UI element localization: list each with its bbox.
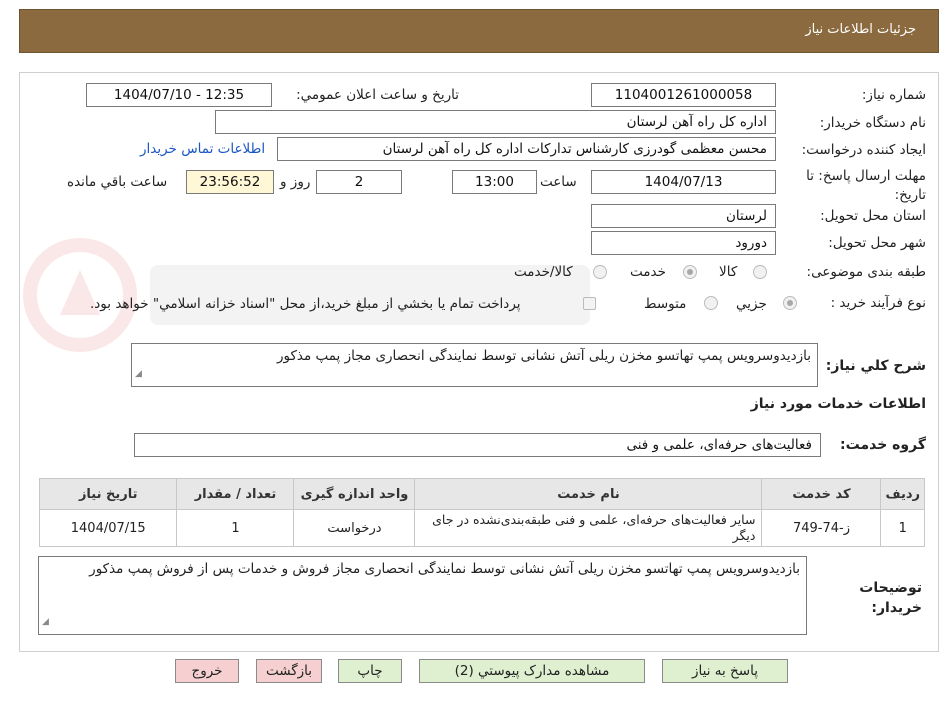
process-label: نوع فرآیند خرید :: [830, 295, 926, 311]
description-label: شرح کلي نياز:: [825, 358, 926, 374]
cell-need-date: 1404/07/15: [38, 509, 178, 547]
category-radio-service[interactable]: [683, 265, 697, 279]
col-need-date: تاريخ نياز: [38, 478, 178, 510]
buyer-org-label: نام دستگاه خريدار:: [819, 115, 926, 131]
resize-grip-icon[interactable]: ◢: [135, 365, 142, 384]
days-label: روز و: [280, 174, 311, 190]
buyer-notes-text: بازدیدوسرویس پمپ تهاتسو مخزن ریلی آتش نش…: [89, 561, 800, 577]
buyer-contact-link[interactable]: اطلاعات تماس خريدار: [140, 141, 265, 157]
table-row: 1 ز-74-749 سایر فعالیت‌های حرفه‌ای، علمی…: [38, 509, 925, 547]
province-label: استان محل تحویل:: [820, 208, 926, 224]
deadline-time-label: ساعت: [540, 174, 577, 190]
cell-unit: درخواست: [293, 509, 416, 547]
category-option-service: خدمت: [630, 264, 666, 280]
treasury-note: پرداخت تمام يا بخشي از مبلغ خريد،از محل …: [90, 296, 521, 312]
service-group-label: گروه خدمت:: [840, 437, 926, 453]
remaining-time-field: 23:56:52: [186, 170, 274, 194]
page-header: جزئیات اطلاعات نیاز: [19, 9, 939, 53]
services-table: رديف کد خدمت نام خدمت واحد اندازه گيری ت…: [38, 478, 925, 547]
deadline-time-field[interactable]: 13:00: [452, 170, 537, 194]
buyer-notes-label: توضيحات خريدار:: [859, 580, 922, 616]
buyer-notes-field[interactable]: بازدیدوسرویس پمپ تهاتسو مخزن ریلی آتش نش…: [38, 556, 807, 635]
cell-quantity: 1: [176, 509, 295, 547]
city-label: شهر محل تحویل:: [828, 235, 926, 251]
watermark-logo: [23, 238, 590, 352]
process-radio-medium[interactable]: [704, 296, 718, 310]
announce-date-field[interactable]: 1404/07/10 - 12:35: [86, 83, 272, 107]
col-row-number: رديف: [880, 478, 925, 510]
buyer-org-field[interactable]: اداره کل راه آهن لرستان: [215, 110, 776, 134]
services-section-title: اطلاعات خدمات مورد نياز: [750, 396, 926, 412]
description-field[interactable]: بازدیدوسرویس پمپ تهاتسو مخزن ریلی آتش نش…: [131, 343, 818, 387]
cell-service-code: ز-74-749: [761, 509, 882, 547]
col-service-name: نام خدمت: [414, 478, 763, 510]
treasury-checkbox[interactable]: [583, 297, 596, 310]
reply-button[interactable]: پاسخ به نياز: [662, 659, 788, 683]
view-attachments-button[interactable]: مشاهده مدارک پيوستي (2): [419, 659, 645, 683]
category-radio-goods[interactable]: [753, 265, 767, 279]
province-field[interactable]: لرستان: [591, 204, 776, 228]
resize-grip-icon[interactable]: ◢: [42, 613, 49, 632]
page-title: جزئیات اطلاعات نیاز: [805, 22, 916, 37]
back-button[interactable]: بازگشت: [256, 659, 322, 683]
col-quantity: تعداد / مقدار: [176, 478, 295, 510]
category-label: طبقه بندی موضوعی:: [806, 264, 926, 280]
announce-date-label: تاریخ و ساعت اعلان عمومي:: [296, 87, 459, 103]
category-radio-goods-service[interactable]: [593, 265, 607, 279]
services-table-header: رديف کد خدمت نام خدمت واحد اندازه گيری ت…: [38, 478, 925, 510]
remaining-time-label: ساعت باقي مانده: [67, 174, 168, 190]
exit-button[interactable]: خروج: [175, 659, 239, 683]
cell-row-number: 1: [880, 509, 925, 547]
deadline-date-field[interactable]: 1404/07/13: [591, 170, 776, 194]
deadline-label: مهلت ارسال پاسخ: تا تاریخ:: [806, 168, 926, 203]
category-option-goods-service: کالا/خدمت: [514, 264, 573, 280]
col-unit: واحد اندازه گيری: [293, 478, 416, 510]
description-text: بازدیدوسرویس پمپ تهاتسو مخزن ریلی آتش نش…: [276, 348, 811, 364]
process-option-minor: جزيي: [736, 296, 767, 312]
requester-label: ايجاد کننده درخواست:: [801, 142, 926, 158]
days-field[interactable]: 2: [316, 170, 402, 194]
print-button[interactable]: چاپ: [338, 659, 402, 683]
category-option-goods: کالا: [719, 264, 738, 280]
need-number-label: شماره نیاز:: [861, 87, 926, 103]
need-number-field[interactable]: 1104001261000058: [591, 83, 776, 107]
col-service-code: کد خدمت: [761, 478, 882, 510]
requester-field[interactable]: محسن معظمی گودرزی کارشناس تدارکات اداره …: [277, 137, 776, 161]
process-radio-minor[interactable]: [783, 296, 797, 310]
process-option-medium: متوسط: [644, 296, 687, 312]
cell-service-name: سایر فعالیت‌های حرفه‌ای، علمی و فنی طبقه…: [414, 509, 763, 547]
service-group-field[interactable]: فعالیت‌های حرفه‌ای، علمی و فنی: [134, 433, 821, 457]
city-field[interactable]: دورود: [591, 231, 776, 255]
